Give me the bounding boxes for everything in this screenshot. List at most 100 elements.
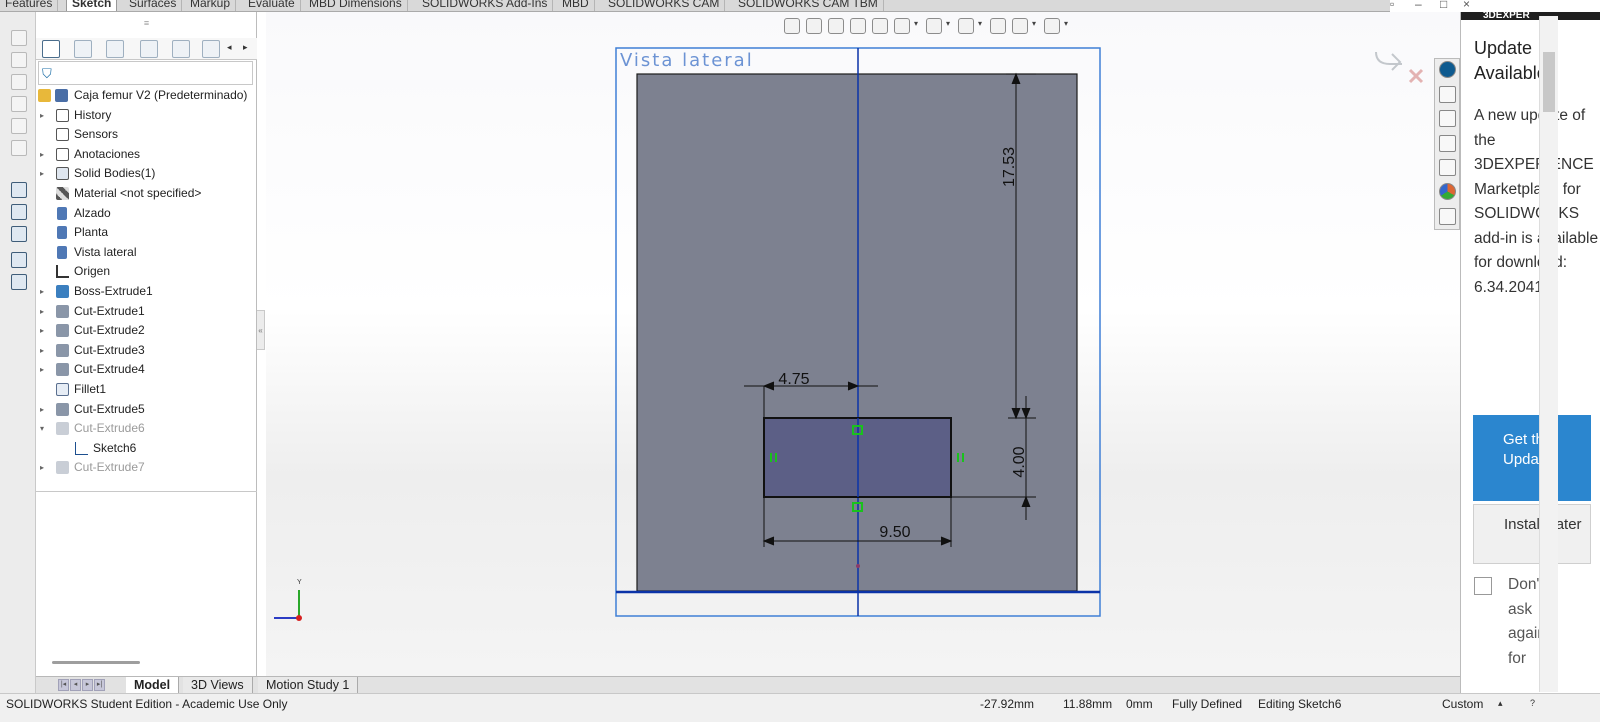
minimize-button[interactable]: – (1415, 0, 1422, 11)
dimension-label-rect-height[interactable]: 4.00 (1011, 446, 1028, 477)
expand-arrow-icon[interactable]: ▸ (40, 302, 44, 321)
tree-item-cut-extrude7[interactable]: ▸ Cut-Extrude7 (36, 458, 257, 477)
tab-model[interactable]: Model (126, 677, 180, 694)
appearances-icon[interactable] (1439, 183, 1456, 200)
tab-solidworks-add-ins[interactable]: SOLIDWORKS Add-Ins (417, 0, 554, 11)
view-palette-icon[interactable] (1439, 159, 1456, 176)
tree-item-cut-extrude3[interactable]: ▸ Cut-Extrude3 (36, 341, 257, 360)
feature-tree-tab-icon[interactable] (42, 40, 60, 58)
cancel-icon[interactable] (1408, 68, 1424, 84)
dimension-label-height[interactable]: 17.53 (1001, 147, 1018, 187)
tab-solidworks-cam-tbm[interactable]: SOLIDWORKS CAM TBM (733, 0, 884, 11)
units-selector[interactable]: Custom (1442, 697, 1483, 711)
print-icon[interactable] (11, 96, 27, 112)
display-icon[interactable] (11, 226, 27, 242)
dont-ask-checkbox[interactable] (1474, 577, 1492, 595)
expand-arrow-icon[interactable]: ▸ (40, 341, 44, 360)
tab-sketch[interactable]: Sketch (66, 0, 118, 11)
undo-icon[interactable] (11, 118, 27, 134)
tree-item-alzado[interactable]: Alzado (36, 204, 257, 223)
configuration-manager-tab-icon[interactable] (106, 40, 124, 58)
tree-item-boss-extrude1[interactable]: ▸ Boss-Extrude1 (36, 282, 257, 301)
tree-item-sketch6[interactable]: Sketch6 (36, 439, 257, 458)
tab-mbd[interactable]: MBD (557, 0, 595, 11)
get-update-button[interactable]: Get the Update (1473, 415, 1591, 501)
tab-evaluate[interactable]: Evaluate (243, 0, 301, 11)
previous-tab-button[interactable]: ◂ (70, 679, 81, 691)
tree-item-vista-lateral[interactable]: Vista lateral (36, 243, 257, 262)
collapse-arrow-icon[interactable]: ▾ (40, 419, 44, 438)
expand-arrow-icon[interactable]: ▸ (40, 106, 44, 125)
custom-properties-icon[interactable] (1439, 208, 1456, 225)
dimxpert-tab-icon[interactable] (140, 40, 158, 58)
save-icon[interactable] (11, 74, 27, 90)
install-later-button[interactable]: Install Later (1473, 504, 1591, 564)
cut-extrude-icon (56, 324, 69, 338)
tree-item-cut-extrude1[interactable]: ▸ Cut-Extrude1 (36, 302, 257, 321)
rebuild-icon[interactable] (11, 140, 27, 156)
feature-filter-input[interactable]: ⛉ (38, 61, 253, 85)
tabs-right-arrow-icon[interactable]: ▸ (243, 42, 248, 53)
panel-grip[interactable]: ≡ (36, 18, 257, 28)
tab-3d-views[interactable]: 3D Views (183, 677, 253, 694)
help-icon[interactable]: ? (1530, 698, 1535, 708)
pattern-icon[interactable] (11, 274, 27, 290)
expand-arrow-icon[interactable]: ▸ (40, 321, 44, 340)
tab-solidworks-cam[interactable]: SOLIDWORKS CAM (603, 0, 726, 11)
edit-sketch-icon[interactable] (11, 204, 27, 220)
smart-dimension-icon[interactable] (11, 182, 27, 198)
tab-motion-study-1[interactable]: Motion Study 1 (258, 677, 359, 694)
scrollbar-thumb[interactable] (1543, 52, 1555, 112)
dimension-label-rect-width[interactable]: 9.50 (879, 524, 910, 541)
expand-arrow-icon[interactable]: ▸ (40, 458, 44, 477)
expand-arrow-icon[interactable]: ▸ (40, 282, 44, 301)
graphics-area[interactable]: ▾ ▾ ▾ ▾ ▾ 17.53 4.75 4.00 9.50 Y Vista l… (266, 12, 1460, 676)
property-manager-tab-icon[interactable] (74, 40, 92, 58)
home-icon[interactable] (1439, 86, 1456, 103)
sketch-canvas: 17.53 4.75 4.00 9.50 Y (274, 47, 1424, 621)
cam-tab-icon[interactable] (202, 40, 220, 58)
tab-surfaces[interactable]: Surfaces (124, 0, 183, 11)
confirmation-corner[interactable] (1375, 51, 1424, 84)
tree-item-part[interactable]: Caja femur V2 (Predeterminado) (36, 86, 257, 105)
expand-arrow-icon[interactable]: ▸ (40, 164, 44, 183)
tree-item-solid-bodies[interactable]: ▸ Solid Bodies(1) (36, 164, 257, 183)
tree-item-cut-extrude4[interactable]: ▸ Cut-Extrude4 (36, 360, 257, 379)
new-icon[interactable] (11, 30, 27, 46)
tree-item-anotaciones[interactable]: ▸ Anotaciones (36, 145, 257, 164)
tree-item-cut-extrude6[interactable]: ▾ Cut-Extrude6 (36, 419, 257, 438)
horizontal-scrollbar[interactable] (52, 661, 140, 664)
expand-arrow-icon[interactable]: ▸ (40, 145, 44, 164)
copy-entities-icon[interactable] (11, 252, 27, 268)
3dexperience-icon[interactable] (1439, 61, 1456, 78)
expand-arrow-icon[interactable]: ▸ (40, 360, 44, 379)
funnel-icon: ⛉ (42, 66, 52, 81)
design-library-icon[interactable] (1439, 110, 1456, 127)
tree-item-sensors[interactable]: Sensors (36, 125, 257, 144)
last-tab-button[interactable]: ▸| (94, 679, 105, 691)
tab-features[interactable]: Features (0, 0, 59, 11)
plane-icon (57, 226, 67, 240)
tree-item-origen[interactable]: Origen (36, 262, 257, 281)
update-panel-scrollbar[interactable] (1539, 16, 1558, 692)
open-icon[interactable] (11, 52, 27, 68)
file-explorer-icon[interactable] (1439, 135, 1456, 152)
next-tab-button[interactable]: ▸ (82, 679, 93, 691)
tree-item-cut-extrude2[interactable]: ▸ Cut-Extrude2 (36, 321, 257, 340)
expand-arrow-icon[interactable]: ▸ (40, 400, 44, 419)
display-manager-tab-icon[interactable] (172, 40, 190, 58)
tree-item-fillet1[interactable]: Fillet1 (36, 380, 257, 399)
close-button[interactable]: × (1463, 0, 1470, 11)
tab-markup[interactable]: Markup (185, 0, 237, 11)
tabs-left-arrow-icon[interactable]: ◂ (227, 42, 232, 53)
tree-item-material[interactable]: Material <not specified> (36, 184, 257, 203)
first-tab-button[interactable]: |◂ (58, 679, 69, 691)
units-dropdown-icon[interactable]: ▴ (1498, 698, 1503, 709)
tree-item-planta[interactable]: Planta (36, 223, 257, 242)
tree-item-cut-extrude5[interactable]: ▸ Cut-Extrude5 (36, 400, 257, 419)
restore-button[interactable]: □ (1440, 0, 1447, 11)
tab-mbd-dimensions[interactable]: MBD Dimensions (304, 0, 408, 11)
tree-item-history[interactable]: ▸ History (36, 106, 257, 125)
panel-collapse-handle[interactable]: « (257, 310, 265, 350)
dimension-label-left[interactable]: 4.75 (778, 371, 809, 388)
